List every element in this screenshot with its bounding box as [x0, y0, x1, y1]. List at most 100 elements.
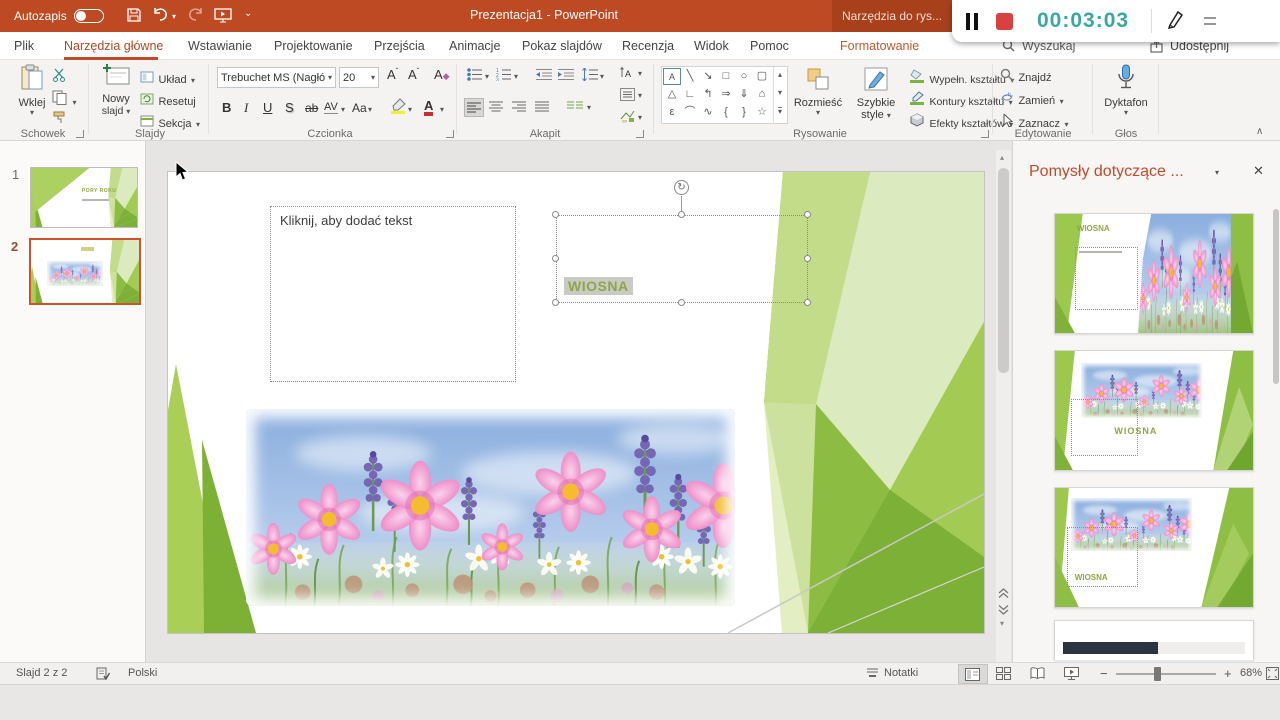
quick-styles-button[interactable]: Szybkie style ▾ — [848, 66, 904, 121]
design-idea-1[interactable]: WIOSNA — [1054, 213, 1254, 334]
grow-font-button[interactable]: Aˆ — [387, 67, 398, 82]
qat-more-icon[interactable]: ⌄ — [244, 8, 252, 19]
format-painter-icon[interactable] — [52, 110, 68, 130]
collapse-ribbon-icon[interactable]: ∧ — [1256, 126, 1263, 137]
columns-icon[interactable] — [567, 100, 583, 118]
canvas-scrollbar[interactable]: ▴ ▾ — [996, 150, 1011, 662]
smartart-caret-icon[interactable]: ▾ — [638, 114, 642, 122]
change-case-button[interactable]: Aa — [352, 101, 367, 115]
copy-icon[interactable]: ▾ — [52, 90, 76, 110]
shape-oval-icon[interactable]: ○ — [735, 68, 753, 85]
tab-pokaz-slajdow[interactable]: Pokaz slajdów — [520, 32, 604, 60]
layout-button[interactable]: Układ ▾ — [140, 70, 195, 88]
zoom-out-button[interactable]: − — [1100, 666, 1108, 681]
fit-to-window-icon[interactable] — [1266, 667, 1279, 683]
highlight-caret-icon[interactable]: ▾ — [408, 106, 412, 114]
align-right-icon[interactable] — [512, 100, 526, 118]
clear-formatting-button[interactable]: A◆ — [434, 67, 450, 82]
shape-elbow-icon[interactable]: ∟ — [681, 86, 699, 103]
tab-animacje[interactable]: Animacje — [447, 32, 502, 60]
tab-formatowanie[interactable]: Formatowanie — [838, 32, 921, 60]
shape-line-icon[interactable]: ╲ — [681, 68, 699, 85]
handle-top-center[interactable] — [678, 211, 685, 218]
tab-przejscia[interactable]: Przejścia — [372, 32, 427, 60]
strikethrough-button[interactable]: ab — [305, 101, 318, 115]
tab-pomoc[interactable]: Pomoc — [748, 32, 791, 60]
char-spacing-button[interactable]: AV — [324, 101, 338, 114]
czcionka-dialog-launcher-icon[interactable] — [446, 130, 454, 138]
handle-bottom-center[interactable] — [678, 299, 685, 306]
shape-star-icon[interactable]: ☆ — [753, 104, 771, 121]
numbering-icon[interactable]: 123 — [496, 68, 512, 86]
shape-rounded-rect-icon[interactable]: ▢ — [753, 68, 771, 85]
new-slide-button[interactable]: Nowy slajd ▾ — [94, 64, 138, 128]
recorder-handle-icon[interactable] — [1204, 17, 1216, 25]
zoom-slider-thumb[interactable] — [1154, 667, 1161, 681]
align-text-caret-icon[interactable]: ▾ — [638, 92, 642, 100]
undo-caret-icon[interactable]: ▾ — [172, 12, 176, 21]
spellcheck-icon[interactable] — [96, 667, 110, 683]
pause-icon[interactable] — [966, 13, 978, 30]
arrange-button[interactable]: Rozmieść ▾ — [793, 66, 843, 117]
rysowanie-dialog-launcher-icon[interactable] — [981, 130, 989, 138]
shrink-font-button[interactable]: Aˇ — [408, 67, 419, 82]
shape-freeform-icon[interactable]: ⌂ — [753, 86, 771, 103]
font-color-caret-icon[interactable]: ▾ — [440, 106, 444, 114]
language-indicator[interactable]: Polski — [128, 667, 157, 679]
content-placeholder[interactable]: Kliknij, aby dodać tekst — [270, 206, 516, 382]
find-button[interactable]: Znajdź — [1000, 68, 1051, 86]
slide-editing-surface[interactable]: Kliknij, aby dodać tekst ↻ WIOSNA — [168, 172, 984, 633]
smartart-icon[interactable] — [620, 110, 635, 128]
columns-caret-icon[interactable]: ▾ — [587, 104, 591, 112]
shape-brace-right-icon[interactable]: } — [735, 104, 753, 121]
akapit-dialog-launcher-icon[interactable] — [636, 130, 644, 138]
font-color-button[interactable]: A — [424, 99, 433, 116]
text-direction-icon[interactable]: A — [620, 66, 635, 84]
tab-plik[interactable]: Plik — [12, 32, 36, 60]
scrollbar-thumb[interactable] — [998, 168, 1009, 373]
handle-top-left[interactable] — [552, 211, 559, 218]
view-reading-icon[interactable] — [1030, 667, 1045, 683]
change-case-caret-icon[interactable]: ▾ — [368, 106, 372, 114]
line-spacing-icon[interactable] — [582, 68, 598, 86]
shapes-more-icon[interactable]: ▾ — [778, 107, 782, 116]
text-direction-caret-icon[interactable]: ▾ — [638, 70, 642, 78]
align-center-icon[interactable] — [489, 100, 503, 118]
handle-bottom-right[interactable] — [804, 299, 811, 306]
char-spacing-caret-icon[interactable]: ▾ — [341, 106, 345, 114]
shape-outline-button[interactable]: Kontury kształtu ▾ — [910, 91, 1013, 110]
bullets-icon[interactable] — [467, 68, 483, 86]
schowek-dialog-launcher-icon[interactable] — [76, 130, 84, 138]
view-normal-button[interactable] — [958, 664, 988, 684]
dictate-button[interactable]: Dyktafon ▾ — [1098, 64, 1154, 117]
shape-arrow-icon[interactable]: ↘ — [699, 68, 717, 85]
shape-connector-icon[interactable]: ↰ — [699, 86, 717, 103]
slide2-thumbnail[interactable] — [29, 238, 141, 305]
text-shadow-button[interactable]: S — [285, 100, 294, 115]
slideshow-icon[interactable] — [214, 7, 232, 28]
view-sorter-icon[interactable] — [996, 667, 1011, 683]
zoom-slider-track[interactable] — [1116, 673, 1216, 675]
zoom-in-button[interactable]: + — [1224, 666, 1232, 681]
pen-tool-icon[interactable] — [1166, 9, 1186, 34]
undo-icon[interactable] — [152, 7, 170, 28]
paste-button[interactable]: Wklej ▾ — [12, 64, 52, 126]
contextual-tab-group[interactable]: Narzędzia do rys... — [832, 0, 952, 32]
handle-top-right[interactable] — [804, 211, 811, 218]
shape-effects-button[interactable]: Efekty kształtów ▾ — [910, 113, 1013, 132]
slide-counter[interactable]: Slajd 2 z 2 — [16, 667, 67, 679]
next-slide-button[interactable] — [998, 602, 1009, 620]
autosave-toggle[interactable] — [74, 9, 104, 23]
decrease-indent-icon[interactable] — [536, 68, 552, 86]
design-panel-scrollbar[interactable] — [1273, 209, 1279, 384]
shape-down-arrow-icon[interactable]: ⇓ — [735, 86, 753, 103]
shape-rectangle-icon[interactable]: □ — [717, 68, 735, 85]
shape-curve-icon[interactable]: ∿ — [699, 104, 717, 121]
tab-projektowanie[interactable]: Projektowanie — [272, 32, 355, 60]
shapes-scroll[interactable]: ▴ ▾ ▾ — [773, 67, 788, 124]
notes-toggle[interactable]: Notatki — [884, 667, 918, 679]
line-spacing-caret-icon[interactable]: ▾ — [600, 73, 604, 81]
shapes-gallery[interactable]: A ╲ ↘ □ ○ ▢ △ ∟ ↰ ⇒ ⇓ ⌂ ε ⌒ ∿ { } ☆ ▴ ▾ … — [661, 66, 788, 124]
shape-brace-left-icon[interactable]: { — [717, 104, 735, 121]
font-size-select[interactable]: 20 ▾ — [339, 67, 379, 88]
